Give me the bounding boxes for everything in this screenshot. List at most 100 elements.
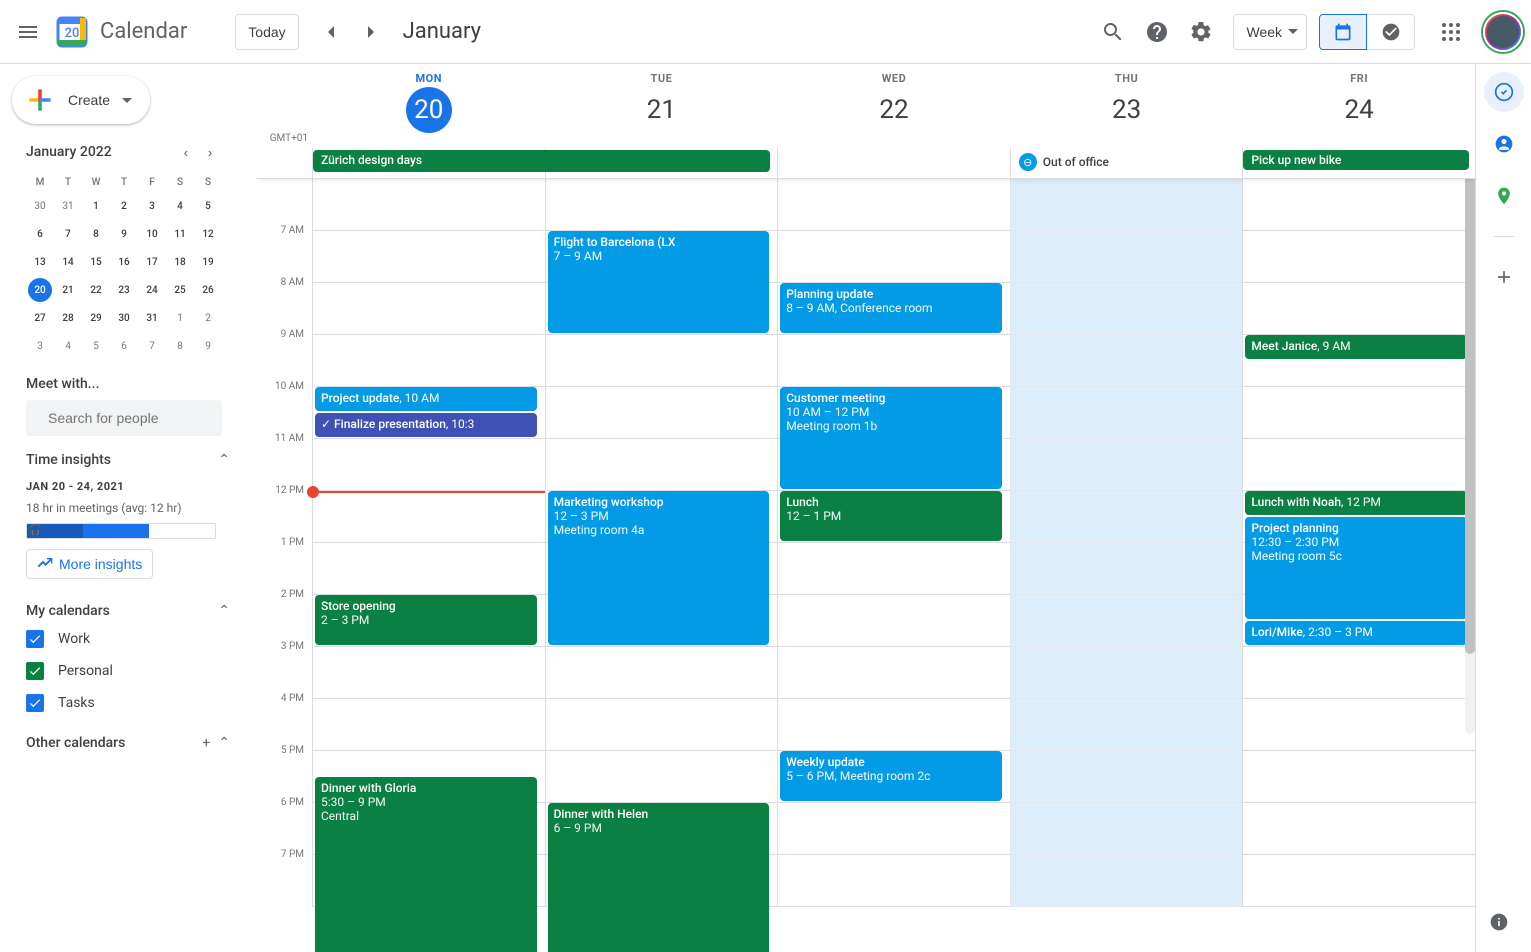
- mini-day[interactable]: 10: [140, 222, 164, 246]
- calendar-row[interactable]: Work: [26, 623, 236, 655]
- calendar-event[interactable]: Planning update8 – 9 AM, Conference room: [780, 283, 1002, 333]
- mini-day[interactable]: 14: [56, 250, 80, 274]
- account-avatar[interactable]: [1483, 12, 1523, 52]
- mini-day[interactable]: 31: [56, 194, 80, 218]
- tasks-view-toggle[interactable]: [1367, 14, 1415, 50]
- calendar-view-toggle[interactable]: [1319, 14, 1367, 50]
- today-button[interactable]: Today: [235, 14, 298, 50]
- allday-cell[interactable]: [777, 148, 1010, 178]
- day-header[interactable]: THU23: [1010, 64, 1243, 148]
- other-calendars-header[interactable]: Other calendars + ⌃: [8, 719, 236, 751]
- mini-day[interactable]: 19: [196, 250, 220, 274]
- calendar-event[interactable]: Lunch12 – 1 PM: [780, 491, 1002, 541]
- mini-day[interactable]: 29: [84, 306, 108, 330]
- next-period-button[interactable]: [351, 12, 391, 52]
- calendar-event[interactable]: Weekly update5 – 6 PM, Meeting room 2c: [780, 751, 1002, 801]
- time-insights-header[interactable]: Time insights ⌃: [8, 436, 236, 468]
- mini-day[interactable]: 17: [140, 250, 164, 274]
- mini-day[interactable]: 3: [28, 334, 52, 358]
- mini-day[interactable]: 31: [140, 306, 164, 330]
- calendar-event[interactable]: ✓ Finalize presentation, 10:3: [315, 413, 537, 437]
- mini-day[interactable]: 27: [28, 306, 52, 330]
- allday-cell[interactable]: ⊖Out of office: [1010, 148, 1243, 178]
- mini-day[interactable]: 28: [56, 306, 80, 330]
- day-column[interactable]: [1010, 179, 1243, 907]
- day-header[interactable]: WED22: [777, 64, 1010, 148]
- mini-day[interactable]: 9: [196, 334, 220, 358]
- mini-day[interactable]: 5: [84, 334, 108, 358]
- calendar-event[interactable]: Project planning12:30 – 2:30 PMMeeting r…: [1245, 517, 1467, 619]
- search-button[interactable]: [1093, 12, 1133, 52]
- add-panel-button[interactable]: [1484, 257, 1524, 297]
- mini-day[interactable]: 23: [112, 278, 136, 302]
- calendar-row[interactable]: Personal: [26, 655, 236, 687]
- mini-day[interactable]: 2: [112, 194, 136, 218]
- create-button[interactable]: Create: [12, 76, 150, 124]
- settings-button[interactable]: [1181, 12, 1221, 52]
- mini-day[interactable]: 4: [168, 194, 192, 218]
- checkbox[interactable]: [26, 630, 44, 648]
- day-column[interactable]: Meet Janice, 9 AMLunch with Noah, 12 PMP…: [1242, 179, 1475, 907]
- day-header[interactable]: TUE21: [545, 64, 778, 148]
- mini-day[interactable]: 20: [28, 278, 52, 302]
- allday-cell[interactable]: Pick up new bike: [1242, 148, 1475, 178]
- mini-day[interactable]: 22: [84, 278, 108, 302]
- keep-panel-button[interactable]: [1484, 72, 1524, 112]
- day-header[interactable]: MON20: [312, 64, 545, 148]
- add-calendar-icon[interactable]: +: [202, 735, 210, 751]
- calendar-event[interactable]: Marketing workshop12 – 3 PMMeeting room …: [548, 491, 770, 645]
- mini-day[interactable]: 6: [28, 222, 52, 246]
- allday-event[interactable]: Zürich design days: [313, 150, 770, 172]
- prev-period-button[interactable]: [311, 12, 351, 52]
- mini-cal-prev[interactable]: ‹: [174, 140, 198, 164]
- ooo-event[interactable]: ⊖Out of office: [1011, 150, 1237, 174]
- mini-day[interactable]: 3: [140, 194, 164, 218]
- mini-day[interactable]: 16: [112, 250, 136, 274]
- mini-day[interactable]: 13: [28, 250, 52, 274]
- mini-day[interactable]: 8: [168, 334, 192, 358]
- mini-day[interactable]: 18: [168, 250, 192, 274]
- people-search-input[interactable]: [48, 410, 229, 426]
- mini-cal-next[interactable]: ›: [198, 140, 222, 164]
- mini-day[interactable]: 6: [112, 334, 136, 358]
- mini-day[interactable]: 15: [84, 250, 108, 274]
- main-menu-button[interactable]: [8, 12, 48, 52]
- more-insights-button[interactable]: More insights: [26, 549, 153, 579]
- mini-day[interactable]: 7: [56, 222, 80, 246]
- calendar-event[interactable]: Project update, 10 AM: [315, 387, 537, 411]
- maps-panel-button[interactable]: [1484, 176, 1524, 216]
- calendar-event[interactable]: Dinner with Gloria5:30 – 9 PMCentral: [315, 777, 537, 952]
- mini-day[interactable]: 30: [112, 306, 136, 330]
- mini-day[interactable]: 1: [168, 306, 192, 330]
- mini-day[interactable]: 7: [140, 334, 164, 358]
- google-apps-button[interactable]: [1431, 12, 1471, 52]
- mini-day[interactable]: 30: [28, 194, 52, 218]
- contacts-panel-button[interactable]: [1484, 124, 1524, 164]
- mini-day[interactable]: 26: [196, 278, 220, 302]
- calendar-event[interactable]: Customer meeting10 AM – 12 PMMeeting roo…: [780, 387, 1002, 489]
- checkbox[interactable]: [26, 694, 44, 712]
- day-column[interactable]: Flight to Barcelona (LX7 – 9 AMMarketing…: [545, 179, 778, 907]
- people-search[interactable]: [26, 400, 222, 436]
- mini-day[interactable]: 25: [168, 278, 192, 302]
- calendar-event[interactable]: Store opening2 – 3 PM: [315, 595, 537, 645]
- day-column[interactable]: Planning update8 – 9 AM, Conference room…: [777, 179, 1010, 907]
- mini-day[interactable]: 21: [56, 278, 80, 302]
- mini-day[interactable]: 5: [196, 194, 220, 218]
- allday-event[interactable]: Pick up new bike: [1243, 150, 1469, 170]
- calendar-event[interactable]: Meet Janice, 9 AM: [1245, 335, 1467, 359]
- mini-day[interactable]: 8: [84, 222, 108, 246]
- support-button[interactable]: [1137, 12, 1177, 52]
- mini-day[interactable]: 4: [56, 334, 80, 358]
- my-calendars-header[interactable]: My calendars ⌃: [8, 587, 236, 619]
- mini-day[interactable]: 1: [84, 194, 108, 218]
- checkbox[interactable]: [26, 662, 44, 680]
- mini-day[interactable]: 24: [140, 278, 164, 302]
- mini-day[interactable]: 11: [168, 222, 192, 246]
- app-logo[interactable]: 20 Calendar: [52, 12, 187, 52]
- calendar-event[interactable]: Lori/Mike, 2:30 – 3 PM: [1245, 621, 1467, 645]
- day-column[interactable]: Project update, 10 AM✓ Finalize presenta…: [312, 179, 545, 907]
- calendar-row[interactable]: Tasks: [26, 687, 236, 719]
- info-button[interactable]: [1479, 902, 1519, 942]
- mini-day[interactable]: 12: [196, 222, 220, 246]
